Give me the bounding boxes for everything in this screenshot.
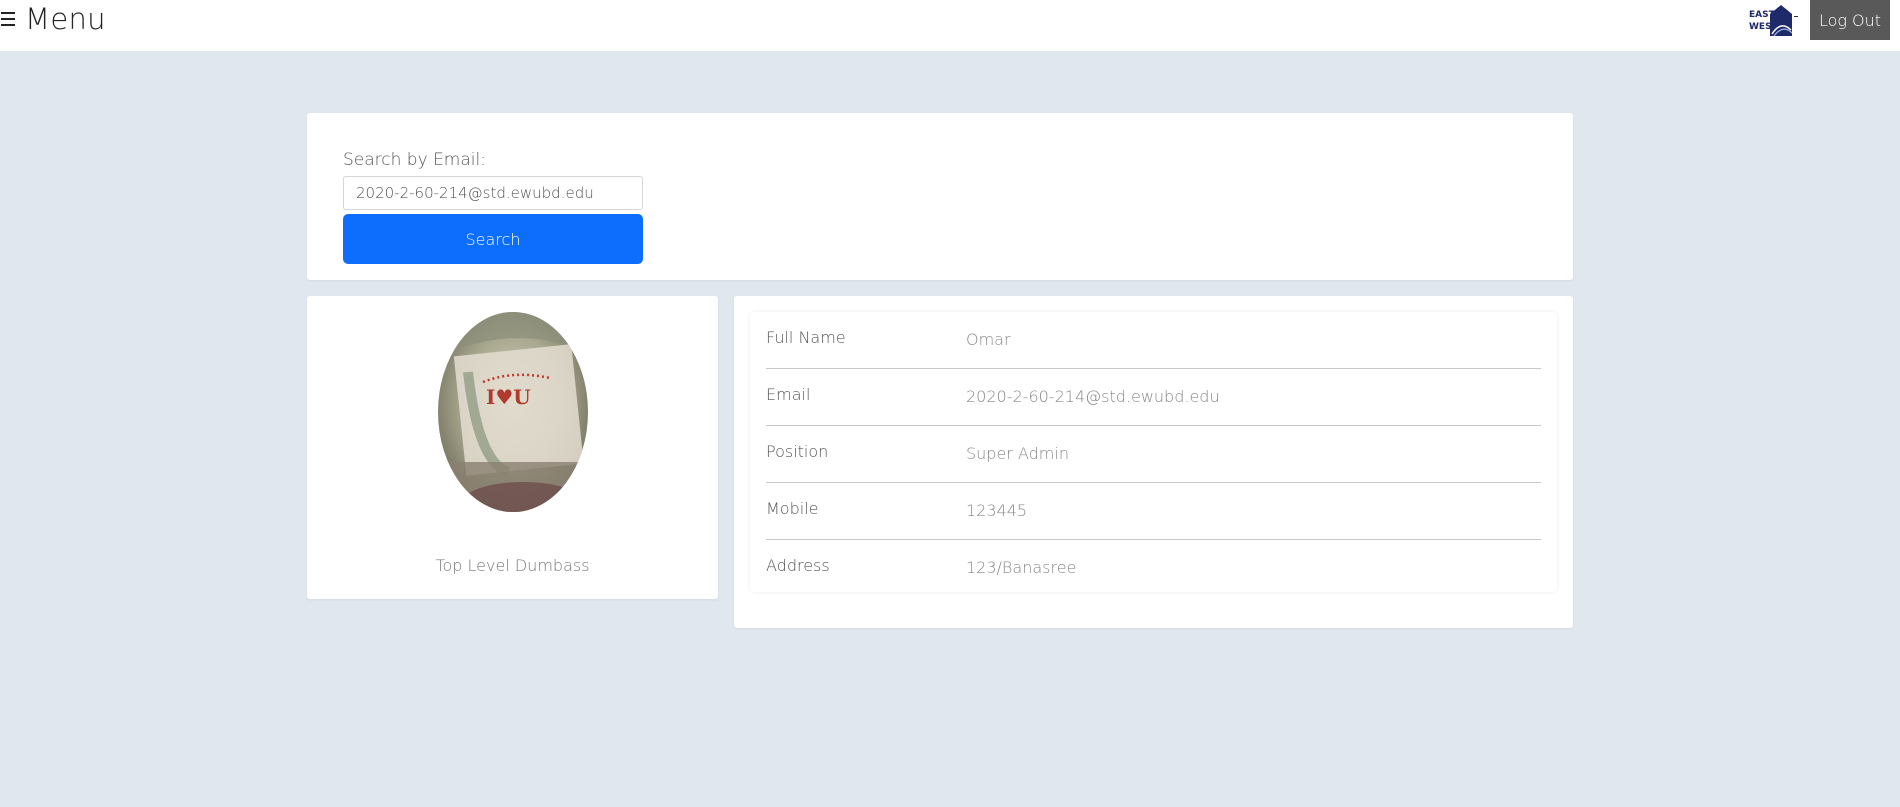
detail-value: 123445 — [966, 501, 1028, 520]
detail-row-address: Address 123/Banasree — [766, 540, 1541, 597]
search-email-input[interactable] — [343, 176, 643, 210]
details-card: Full Name Omar Email 2020-2-60-214@std.e… — [734, 296, 1573, 628]
top-navbar: Menu EAST WEST Log Out — [0, 0, 1900, 51]
search-button[interactable]: Search — [343, 214, 643, 264]
detail-row-full-name: Full Name Omar — [766, 312, 1541, 369]
detail-value: Super Admin — [966, 444, 1069, 463]
detail-row-mobile: Mobile 123445 — [766, 483, 1541, 540]
search-card: Search by Email: Search — [307, 113, 1573, 280]
detail-label: Address — [766, 556, 830, 575]
menu-toggle[interactable]: Menu — [0, 0, 106, 38]
menu-label: Menu — [25, 2, 106, 36]
east-west-university-logo: EAST WEST — [1748, 2, 1800, 38]
detail-label: Full Name — [766, 328, 846, 347]
detail-value: 2020-2-60-214@std.ewubd.edu — [966, 387, 1220, 406]
detail-label: Mobile — [766, 499, 819, 518]
svg-text:I♥U: I♥U — [486, 385, 531, 409]
logout-button[interactable]: Log Out — [1810, 0, 1890, 40]
profile-avatar: I♥U — [438, 312, 588, 512]
detail-row-email: Email 2020-2-60-214@std.ewubd.edu — [766, 369, 1541, 426]
detail-value: 123/Banasree — [966, 558, 1077, 577]
detail-label: Email — [766, 385, 811, 404]
profile-card: I♥U Top Level Dumbass — [307, 296, 718, 599]
profile-caption: Top Level Dumbass — [435, 556, 590, 575]
search-label: Search by Email: — [343, 150, 486, 170]
detail-value: Omar — [966, 330, 1011, 349]
detail-label: Position — [766, 442, 829, 461]
hamburger-icon — [1, 10, 15, 28]
detail-row-position: Position Super Admin — [766, 426, 1541, 483]
details-list: Full Name Omar Email 2020-2-60-214@std.e… — [750, 312, 1557, 592]
